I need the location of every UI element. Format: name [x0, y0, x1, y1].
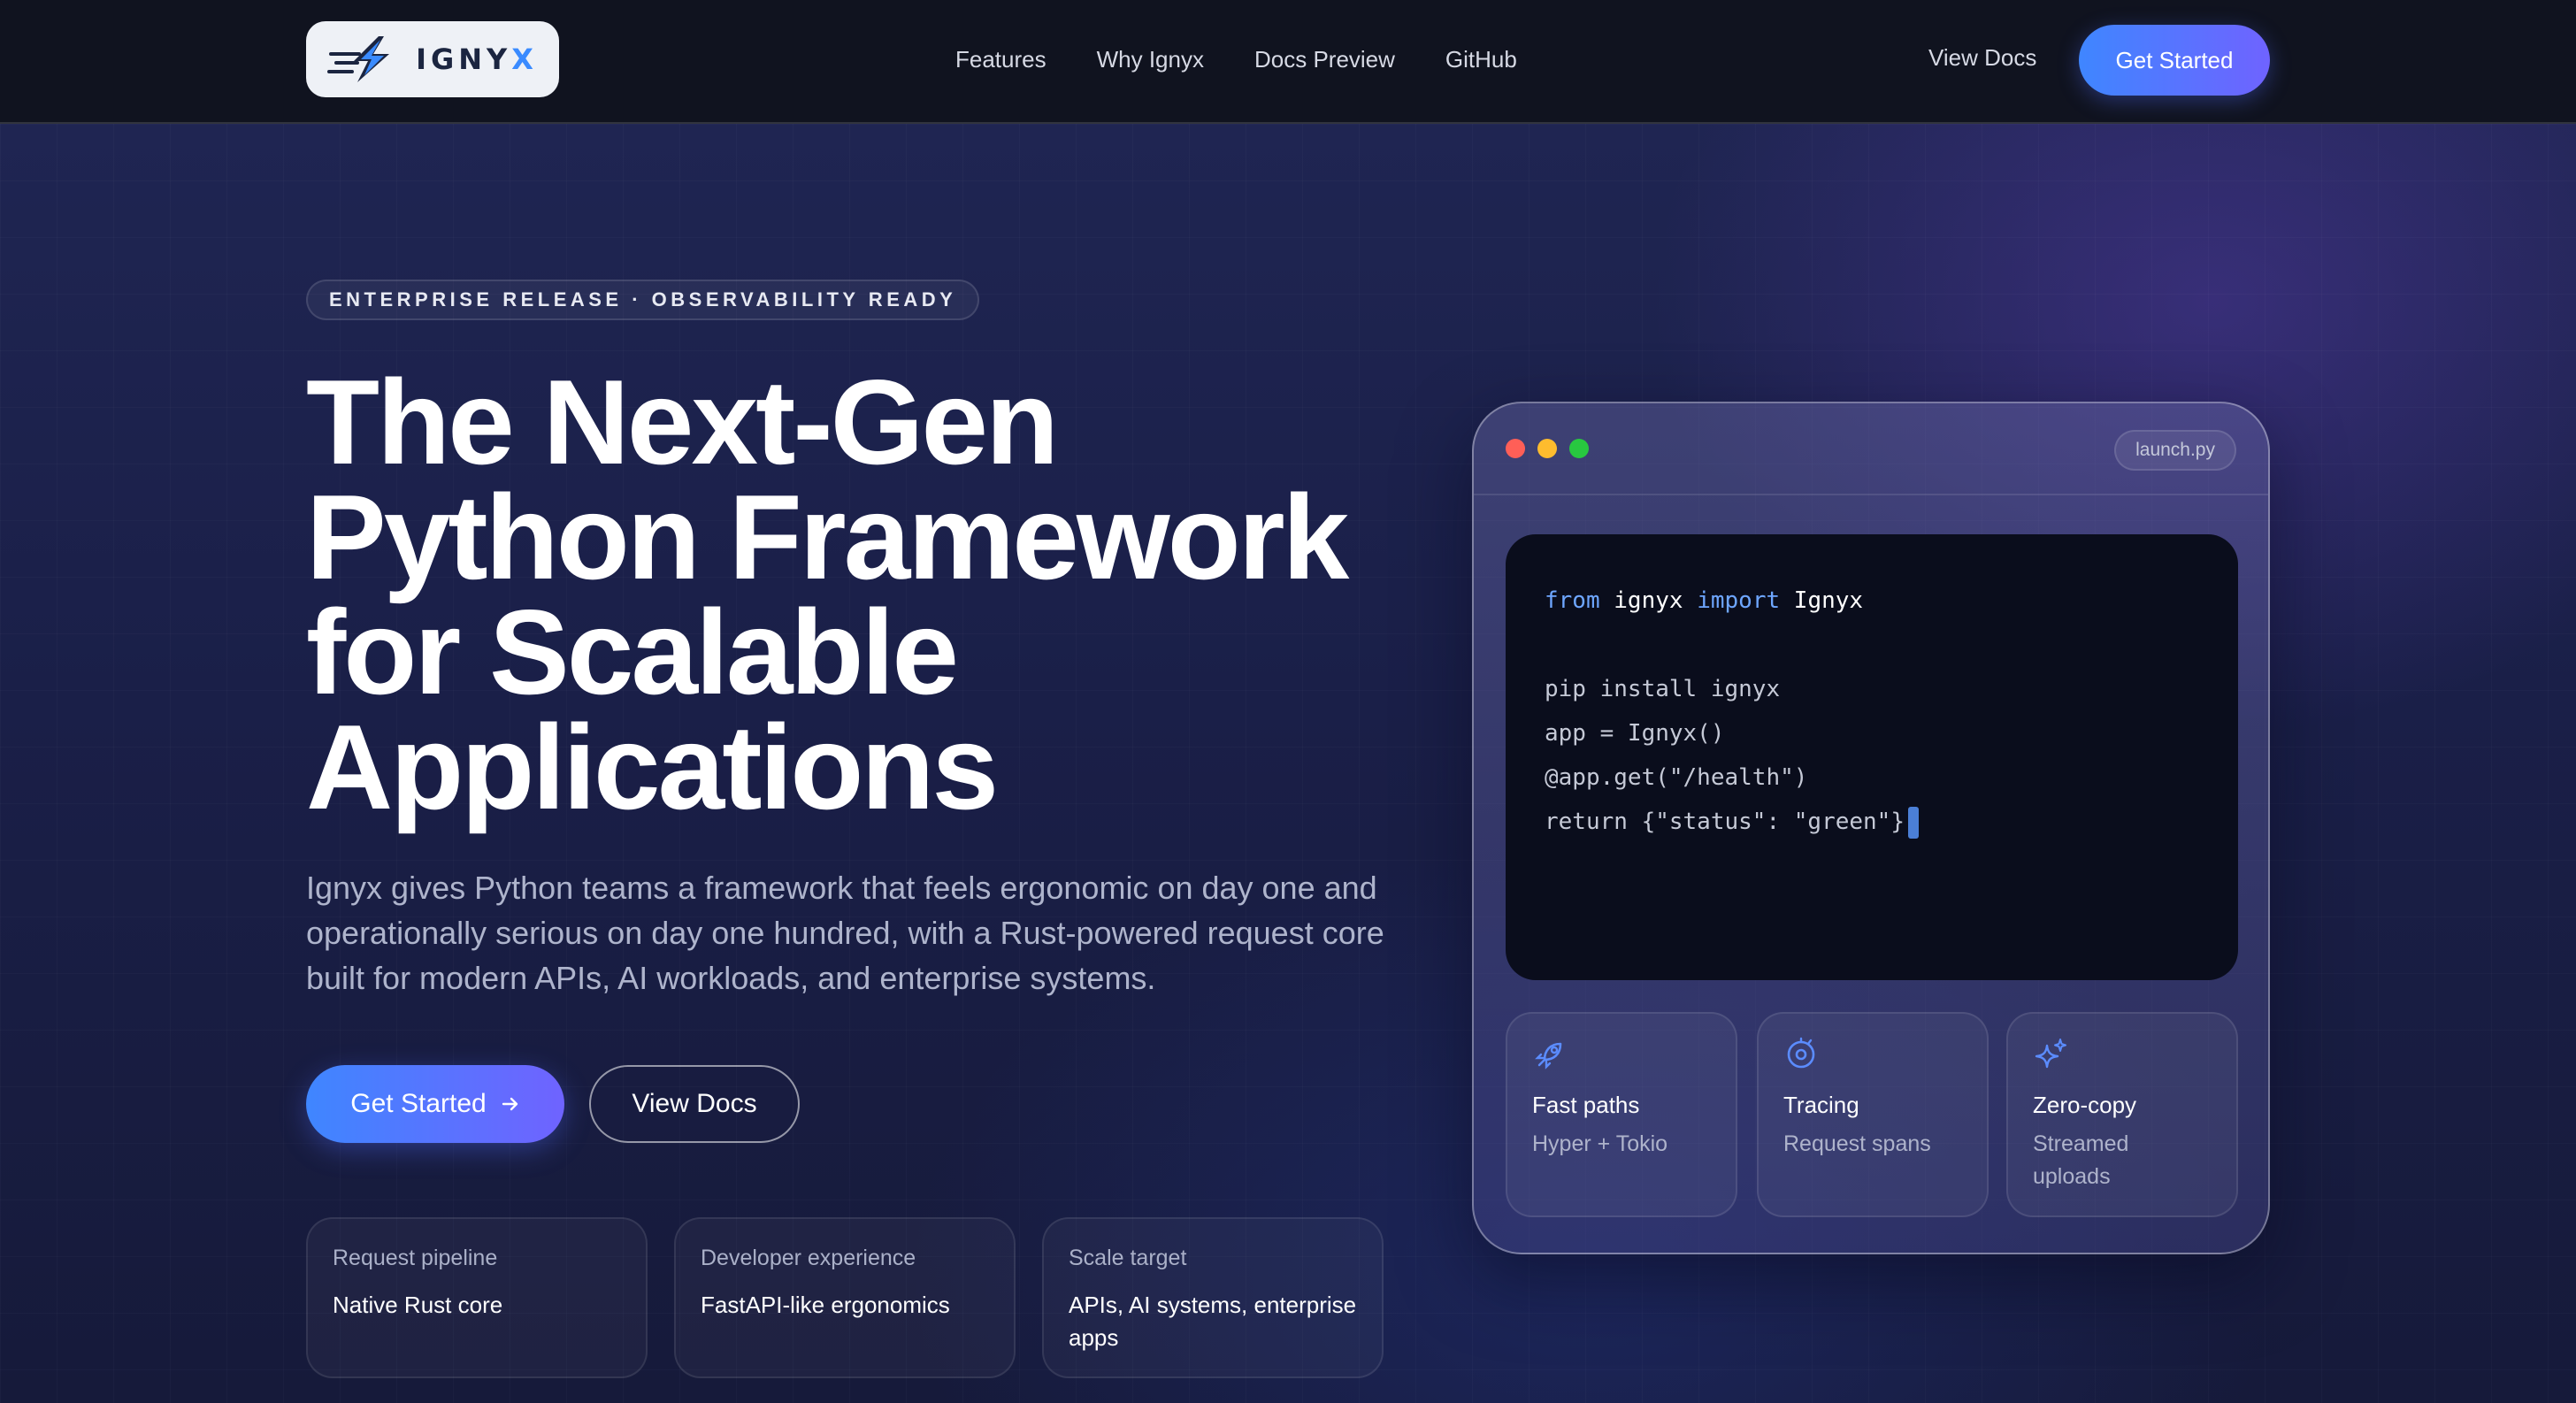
code-name: Ignyx	[1793, 587, 1864, 614]
main-nav: Features Why Ignyx Docs Preview GitHub	[955, 0, 1517, 119]
window-maximize-dot	[1569, 439, 1589, 458]
stat-label: Request pipeline	[333, 1246, 498, 1270]
window-titlebar: launch.py	[1474, 403, 2268, 495]
filename-tab[interactable]: launch.py	[2114, 430, 2236, 471]
text-cursor	[1908, 806, 1919, 839]
stat-card-developer-experience: Developer experience FastAPI-like ergono…	[674, 1217, 1016, 1378]
rocket-icon	[1535, 1042, 1562, 1070]
window-close-dot	[1506, 439, 1525, 458]
lightning-bolt-icon	[327, 36, 390, 82]
ignyx-logo[interactable]: IGNYX	[306, 21, 559, 97]
sparkles-icon	[2035, 1039, 2066, 1069]
feature-description: Streamed uploads	[2033, 1131, 2129, 1189]
view-docs-button[interactable]: View Docs	[589, 1065, 800, 1143]
feature-description: Request spans	[1783, 1131, 1931, 1156]
hero-description: Ignyx gives Python teams a framework tha…	[306, 870, 1384, 996]
code-line-return: return {"status": "green"}	[1545, 800, 2199, 844]
stat-label: Developer experience	[701, 1246, 916, 1270]
feature-title: Tracing	[1783, 1092, 1859, 1118]
logo-wordmark: IGNYX	[416, 42, 538, 76]
nav-link-docs-preview[interactable]: Docs Preview	[1254, 46, 1395, 73]
stat-label: Scale target	[1069, 1246, 1187, 1270]
stat-value: FastAPI-like ergonomics	[701, 1292, 950, 1318]
get-started-label: Get Started	[350, 1089, 487, 1118]
feature-title: Fast paths	[1532, 1092, 1640, 1118]
get-started-button[interactable]: Get Started	[306, 1065, 564, 1143]
arrow-right-icon	[502, 1097, 518, 1111]
feature-card-fast-paths: Fast paths Hyper + Tokio	[1506, 1012, 1737, 1217]
stat-value: Native Rust core	[333, 1292, 503, 1318]
code-line: pip install ignyx	[1545, 676, 1781, 702]
code-preview-card: launch.py from ignyx import Ignyx pip in…	[1472, 402, 2270, 1254]
nav-link-why-ignyx[interactable]: Why Ignyx	[1097, 46, 1204, 73]
stat-card-scale-target: Scale target APIs, AI systems, enterpris…	[1042, 1217, 1384, 1378]
feature-card-zero-copy: Zero-copy Streamed uploads	[2006, 1012, 2238, 1217]
code-module: ignyx	[1614, 587, 1683, 614]
code-line: @app.get("/health")	[1545, 764, 1808, 791]
window-minimize-dot	[1537, 439, 1557, 458]
code-text: return {"status": "green"}	[1545, 809, 1905, 835]
code-editor: from ignyx import Ignyx pip install igny…	[1506, 534, 2238, 980]
code-line: app = Ignyx()	[1545, 720, 1725, 747]
code-keyword: from	[1545, 587, 1600, 614]
code-keyword: import	[1697, 587, 1781, 614]
hero-headline: The Next-Gen Python Framework for Scalab…	[306, 355, 1349, 834]
feature-card-tracing: Tracing Request spans	[1757, 1012, 1989, 1217]
nav-link-features[interactable]: Features	[955, 46, 1046, 73]
stat-value: APIs, AI systems, enterprise apps	[1069, 1292, 1357, 1351]
nav-link-github[interactable]: GitHub	[1445, 46, 1517, 73]
code-line-import: from ignyx import Ignyx	[1545, 579, 2199, 623]
nav-get-started-button[interactable]: Get Started	[2079, 25, 2270, 96]
nav-view-docs-link[interactable]: View Docs	[1928, 44, 2036, 72]
tracing-icon	[1787, 1037, 1815, 1069]
top-navbar: IGNYX Features Why Ignyx Docs Preview Gi…	[0, 0, 2576, 124]
feature-description: Hyper + Tokio	[1532, 1131, 1668, 1156]
feature-title: Zero-copy	[2033, 1092, 2137, 1118]
stat-card-request-pipeline: Request pipeline Native Rust core	[306, 1217, 648, 1378]
release-badge: ENTERPRISE RELEASE · OBSERVABILITY READY	[306, 280, 980, 320]
